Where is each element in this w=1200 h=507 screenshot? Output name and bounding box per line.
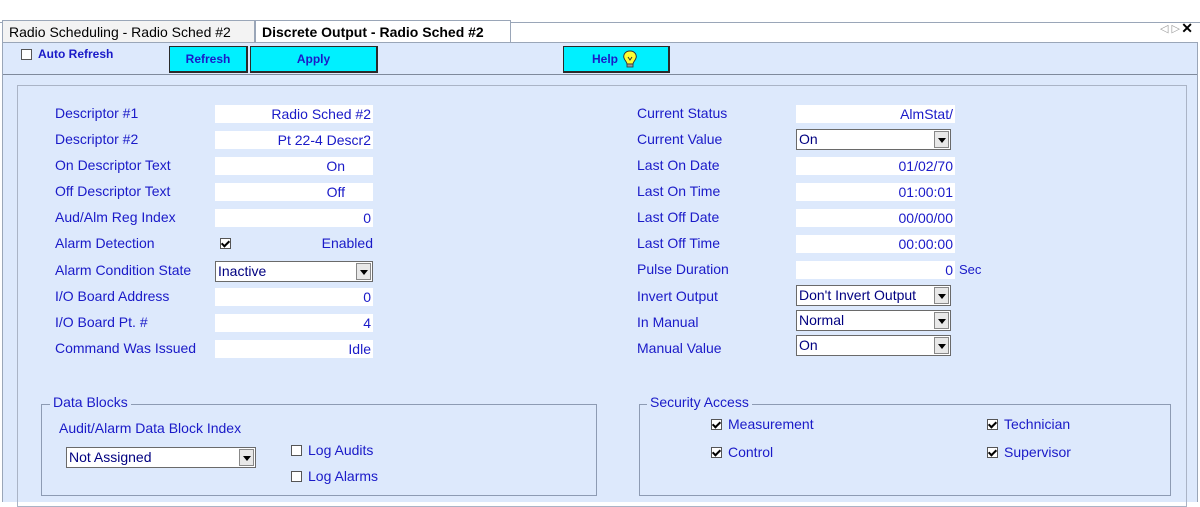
measurement-control[interactable]: Measurement bbox=[711, 416, 814, 432]
alarm-detection-checkbox[interactable] bbox=[220, 238, 231, 249]
chevron-down-icon[interactable] bbox=[934, 287, 949, 304]
chevron-down-icon[interactable] bbox=[934, 337, 949, 354]
descriptor1-label: Descriptor #1 bbox=[55, 105, 139, 121]
log-alarms-checkbox[interactable] bbox=[291, 470, 302, 482]
off-descriptor-label: Off Descriptor Text bbox=[55, 183, 171, 199]
supervisor-checkbox[interactable] bbox=[987, 446, 998, 458]
technician-control[interactable]: Technician bbox=[987, 416, 1070, 432]
aud-alm-label: Aud/Alm Reg Index bbox=[55, 209, 176, 225]
last-off-date-field[interactable]: 00/00/00 bbox=[796, 209, 955, 227]
data-block-index-label: Audit/Alarm Data Block Index bbox=[59, 420, 242, 436]
pulse-duration-unit: Sec bbox=[959, 262, 982, 277]
tab-discrete-output[interactable]: Discrete Output - Radio Sched #2 bbox=[255, 20, 511, 43]
aud-alm-field[interactable]: 0 bbox=[215, 209, 373, 227]
manual-value-value: On bbox=[799, 337, 818, 353]
log-audits-control[interactable]: Log Audits bbox=[291, 442, 373, 458]
descriptor2-label: Descriptor #2 bbox=[55, 131, 139, 147]
last-on-time-field[interactable]: 01:00:01 bbox=[796, 183, 955, 201]
auto-refresh-checkbox[interactable] bbox=[21, 48, 32, 60]
alarm-condition-label: Alarm Condition State bbox=[55, 262, 192, 278]
auto-refresh-label: Auto Refresh bbox=[38, 47, 114, 61]
invert-output-value: Don't Invert Output bbox=[799, 287, 917, 303]
auto-refresh-control[interactable]: Auto Refresh bbox=[21, 47, 113, 61]
alarm-condition-value: Inactive bbox=[218, 263, 267, 279]
last-on-date-label: Last On Date bbox=[637, 157, 720, 173]
data-block-index-value: Not Assigned bbox=[69, 449, 152, 465]
chevron-down-icon[interactable] bbox=[356, 263, 371, 280]
manual-value-select[interactable]: On bbox=[796, 335, 951, 356]
log-alarms-label: Log Alarms bbox=[308, 468, 379, 484]
control-control[interactable]: Control bbox=[711, 444, 773, 460]
alarm-condition-select[interactable]: Inactive bbox=[215, 261, 373, 282]
data-blocks-legend: Data Blocks bbox=[50, 394, 131, 410]
apply-button[interactable]: Apply bbox=[250, 46, 378, 73]
current-value-label: Current Value bbox=[637, 131, 723, 147]
toolbar-divider bbox=[3, 74, 1197, 75]
log-audits-label: Log Audits bbox=[308, 442, 374, 458]
command-field[interactable]: Idle bbox=[215, 340, 373, 358]
technician-label: Technician bbox=[1004, 416, 1071, 432]
current-value-value: On bbox=[799, 131, 818, 147]
io-address-field[interactable]: 0 bbox=[215, 288, 373, 306]
log-alarms-control[interactable]: Log Alarms bbox=[291, 468, 378, 484]
data-block-index-select[interactable]: Not Assigned bbox=[66, 447, 256, 468]
current-status-field[interactable]: AlmStat/ bbox=[796, 105, 955, 123]
log-audits-checkbox[interactable] bbox=[291, 444, 302, 456]
alarm-detection-label: Alarm Detection bbox=[55, 235, 155, 251]
io-address-label: I/O Board Address bbox=[55, 288, 170, 304]
invert-output-select[interactable]: Don't Invert Output bbox=[796, 285, 951, 306]
help-button[interactable]: Help bbox=[563, 46, 670, 73]
in-manual-value: Normal bbox=[799, 312, 845, 328]
chevron-down-icon[interactable] bbox=[239, 449, 254, 466]
descriptor1-field[interactable]: Radio Sched #2 bbox=[215, 105, 373, 123]
in-manual-label: In Manual bbox=[637, 314, 699, 330]
off-descriptor-field[interactable]: Off bbox=[215, 183, 373, 201]
supervisor-control[interactable]: Supervisor bbox=[987, 444, 1071, 460]
io-point-field[interactable]: 4 bbox=[215, 314, 373, 332]
last-on-date-field[interactable]: 01/02/70 bbox=[796, 157, 955, 175]
measurement-checkbox[interactable] bbox=[711, 418, 722, 430]
invert-output-label: Invert Output bbox=[637, 288, 718, 304]
manual-value-label: Manual Value bbox=[637, 340, 722, 356]
chevron-down-icon[interactable] bbox=[934, 131, 949, 148]
technician-checkbox[interactable] bbox=[987, 418, 998, 430]
last-off-time-field[interactable]: 00:00:00 bbox=[796, 235, 955, 253]
pulse-duration-field[interactable]: 0 bbox=[796, 261, 955, 279]
measurement-label: Measurement bbox=[728, 416, 814, 432]
last-on-time-label: Last On Time bbox=[637, 183, 721, 199]
current-value-select[interactable]: On bbox=[796, 129, 951, 150]
on-descriptor-field[interactable]: On bbox=[215, 157, 373, 175]
control-label: Control bbox=[728, 444, 774, 460]
chevron-down-icon[interactable] bbox=[934, 312, 949, 329]
help-label: Help bbox=[591, 52, 618, 66]
lightbulb-icon bbox=[620, 50, 640, 68]
on-descriptor-label: On Descriptor Text bbox=[55, 157, 171, 173]
close-tab-icon[interactable]: ✕ bbox=[1181, 20, 1193, 37]
in-manual-select[interactable]: Normal bbox=[796, 310, 951, 331]
tab-radio-scheduling[interactable]: Radio Scheduling - Radio Sched #2 bbox=[2, 20, 255, 42]
tab-scroll-arrows-icon[interactable]: ◁ ▷ bbox=[1160, 22, 1180, 35]
last-off-date-label: Last Off Date bbox=[637, 209, 720, 225]
current-status-label: Current Status bbox=[637, 105, 728, 121]
io-point-label: I/O Board Pt. # bbox=[55, 314, 148, 330]
security-access-legend: Security Access bbox=[647, 394, 752, 410]
last-off-time-label: Last Off Time bbox=[637, 235, 720, 251]
refresh-button[interactable]: Refresh bbox=[169, 46, 248, 73]
alarm-detection-status: Enabled bbox=[321, 235, 373, 251]
supervisor-label: Supervisor bbox=[1004, 444, 1071, 460]
content-area: Auto Refresh Refresh Apply Help Descript… bbox=[2, 42, 1198, 507]
descriptor2-field[interactable]: Pt 22-4 Descr2 bbox=[215, 131, 373, 149]
command-label: Command Was Issued bbox=[55, 340, 197, 356]
control-checkbox[interactable] bbox=[711, 446, 722, 458]
pulse-duration-label: Pulse Duration bbox=[637, 261, 729, 277]
